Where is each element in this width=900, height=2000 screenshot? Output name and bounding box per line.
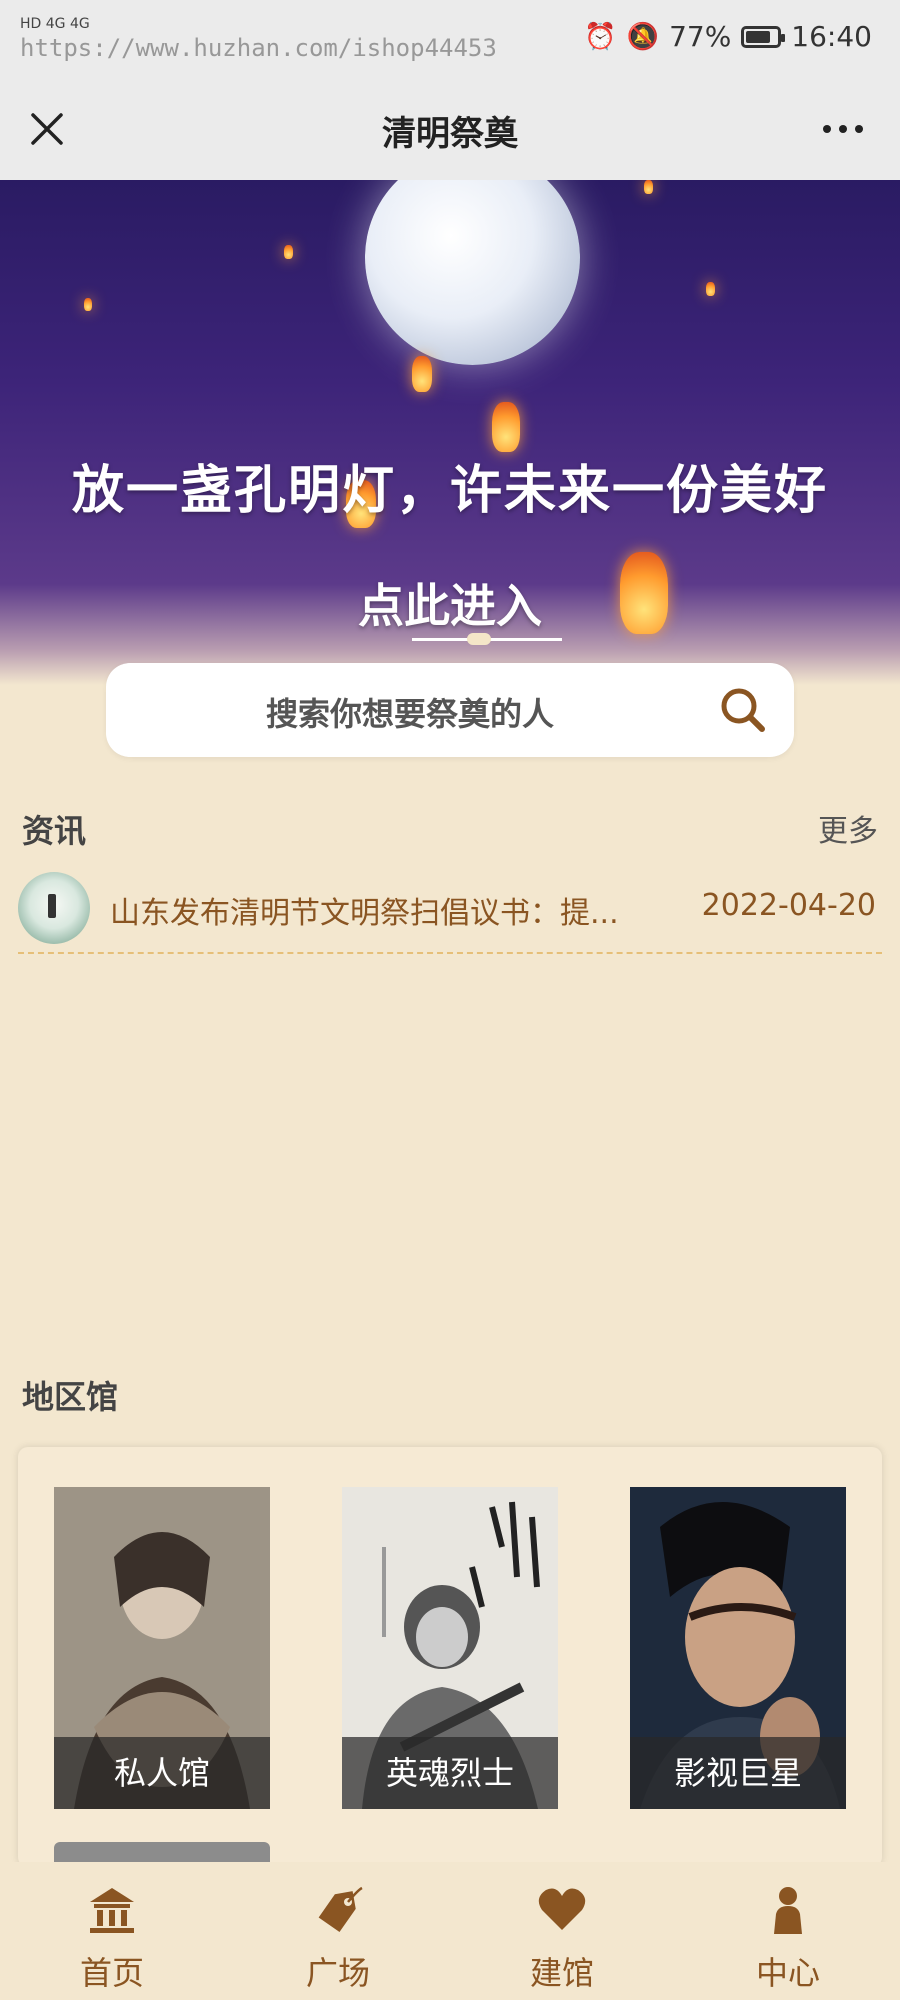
tab-square[interactable]: 广场 <box>268 1884 408 1994</box>
banner-headline: 放一盏孔明灯，许未来一份美好 <box>71 460 828 521</box>
news-thumbnail <box>18 872 90 944</box>
lantern-decoration <box>412 356 432 392</box>
page-title: 清明祭奠 <box>382 114 518 154</box>
hall-martyrs[interactable]: 英魂烈士 <box>342 1487 558 1809</box>
region-section-title: 地区馆 <box>22 1378 119 1416</box>
hall-label: 影视巨星 <box>630 1737 846 1809</box>
tab-label: 建馆 <box>529 1954 594 1992</box>
more-options-button[interactable] <box>808 104 878 154</box>
lantern-decoration <box>84 298 92 311</box>
tab-label: 中心 <box>755 1954 820 1992</box>
status-right: ⏰ 🔕 77% 16:40 <box>584 20 872 53</box>
lantern-decoration <box>284 245 293 259</box>
tag-icon <box>318 1886 363 1933</box>
banner-enter-link[interactable]: 点此进入 <box>0 570 900 636</box>
tab-build-hall[interactable]: 建馆 <box>492 1884 632 1994</box>
lantern-decoration <box>492 402 520 452</box>
watermark-url: https://www.huzhan.com/ishop44453 <box>20 34 497 62</box>
hall-label: 私人馆 <box>54 1737 270 1809</box>
bottom-tab-bar: 首页 广场 建馆 中心 <box>0 1862 900 2000</box>
battery-icon <box>741 25 786 48</box>
lantern-decoration <box>644 180 653 194</box>
banner[interactable]: 放一盏孔明灯，许未来一份美好 点此进入 <box>0 180 900 685</box>
signal-indicators: HD 4G 4G <box>20 16 90 32</box>
news-date: 2022-04-20 <box>701 888 876 923</box>
carousel-indicator[interactable] <box>467 633 491 645</box>
moon-image <box>365 180 580 365</box>
hall-label: 英魂烈士 <box>342 1737 558 1809</box>
news-section-title: 资讯 <box>22 812 87 850</box>
lantern-decoration <box>706 282 715 296</box>
region-halls-card: 私人馆 英魂烈士 影视巨星 <box>18 1447 882 1872</box>
tab-label: 广场 <box>305 1954 370 1992</box>
news-list-item[interactable]: 山东发布清明节文明祭扫倡议书：提... 2022-04-20 <box>18 870 882 954</box>
tab-center[interactable]: 中心 <box>718 1884 858 1994</box>
heart-icon <box>538 1888 586 1930</box>
news-title[interactable]: 山东发布清明节文明祭扫倡议书：提... <box>110 888 650 932</box>
hall-private[interactable]: 私人馆 <box>54 1487 270 1809</box>
status-bar: HD 4G 4G https://www.huzhan.com/ishop444… <box>0 0 900 80</box>
building-icon <box>90 1888 134 1933</box>
search-icon[interactable] <box>716 683 770 737</box>
tab-label: 首页 <box>79 1954 144 1992</box>
search-bar[interactable]: 搜索你想要祭奠的人 <box>106 663 794 757</box>
search-input[interactable]: 搜索你想要祭奠的人 <box>106 689 714 735</box>
user-icon <box>774 1887 802 1934</box>
alarm-icon: ⏰ <box>584 21 617 52</box>
news-more-link[interactable]: 更多 <box>818 806 878 850</box>
tab-home[interactable]: 首页 <box>42 1884 182 1994</box>
mute-bell-icon: 🔕 <box>626 21 660 52</box>
battery-percent: 77% <box>669 20 732 53</box>
nav-bar: 清明祭奠 <box>0 80 900 180</box>
clock: 16:40 <box>791 20 872 53</box>
hall-stars[interactable]: 影视巨星 <box>630 1487 846 1809</box>
more-dots-icon <box>823 125 831 133</box>
